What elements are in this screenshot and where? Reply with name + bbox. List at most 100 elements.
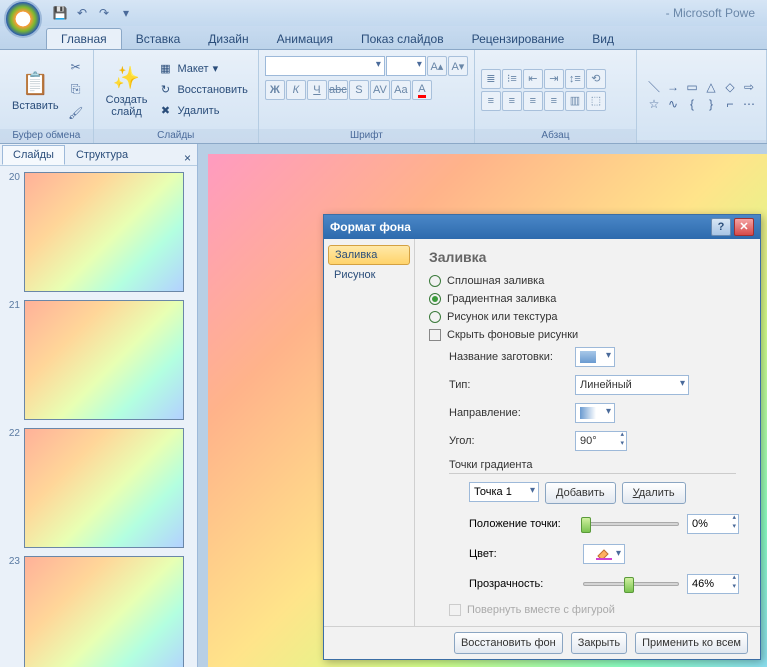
checkbox-hide-bg[interactable]: Скрыть фоновые рисунки [429, 329, 746, 341]
apply-all-button[interactable]: Применить ко всем [635, 632, 748, 654]
strike-button[interactable]: abc [328, 80, 348, 100]
shape-more-icon[interactable]: ⋯ [740, 96, 758, 112]
format-painter-icon[interactable]: 🖌 [65, 102, 87, 124]
color-button[interactable] [583, 544, 625, 564]
add-stop-button[interactable]: Добавить [545, 482, 616, 504]
italic-button[interactable]: К [286, 80, 306, 100]
close-icon[interactable]: ✕ [734, 218, 754, 236]
text-direction-button[interactable]: ⟲ [586, 69, 606, 89]
layout-button[interactable]: ▦Макет ▾ [153, 59, 251, 79]
close-button[interactable]: Закрыть [571, 632, 627, 654]
case-button[interactable]: Aa [391, 80, 411, 100]
cut-icon[interactable]: ✂ [65, 56, 87, 78]
help-icon[interactable]: ? [711, 218, 731, 236]
underline-button[interactable]: Ч [307, 80, 327, 100]
undo-icon[interactable]: ↶ [72, 3, 92, 23]
tab-animation[interactable]: Анимация [263, 29, 347, 49]
spacing-button[interactable]: AV [370, 80, 390, 100]
tab-outline[interactable]: Структура [65, 145, 139, 165]
label-angle: Угол: [449, 435, 575, 447]
checkbox-rotate: Повернуть вместе с фигурой [429, 604, 746, 616]
thumb-23[interactable]: 23 [4, 556, 193, 667]
label-position: Положение точки: [469, 518, 575, 530]
stop-dropdown[interactable]: Точка 1 [469, 482, 539, 502]
shape-connector-icon[interactable]: ⌐ [721, 96, 739, 112]
label-direction: Направление: [449, 407, 575, 419]
numbering-button[interactable]: ⁝≡ [502, 69, 522, 89]
tab-review[interactable]: Рецензирование [458, 29, 579, 49]
tab-home[interactable]: Главная [46, 28, 122, 49]
remove-stop-button[interactable]: Удалить [622, 482, 686, 504]
tab-insert[interactable]: Вставка [122, 29, 195, 49]
convert-smartart-button[interactable]: ⬚ [586, 91, 606, 111]
paste-button[interactable]: 📋 Вставить [6, 66, 65, 114]
shrink-font-icon[interactable]: A▾ [448, 56, 468, 76]
font-family-dropdown[interactable] [265, 56, 385, 76]
qat-more-icon[interactable]: ▾ [116, 3, 136, 23]
line-spacing-button[interactable]: ↕≡ [565, 69, 585, 89]
align-right-button[interactable]: ≡ [523, 91, 543, 111]
dialog-titlebar[interactable]: Формат фона ? ✕ [324, 215, 760, 239]
dialog-heading: Заливка [429, 249, 746, 265]
reset-background-button[interactable]: Восстановить фон [454, 632, 563, 654]
radio-picture[interactable]: Рисунок или текстура [429, 311, 746, 323]
angle-spinner[interactable]: 90° [575, 431, 627, 451]
save-icon[interactable]: 💾 [50, 3, 70, 23]
copy-icon[interactable]: ⎘ [65, 79, 87, 101]
tab-view[interactable]: Вид [578, 29, 628, 49]
close-panel-icon[interactable]: × [178, 151, 197, 165]
tab-design[interactable]: Дизайн [194, 29, 262, 49]
shape-arrow2-icon[interactable]: ⇨ [740, 79, 758, 95]
slide-panel: Слайды Структура × 20 21 22 23 [0, 144, 198, 667]
position-spinner[interactable]: 0% [687, 514, 739, 534]
thumb-22[interactable]: 22 [4, 428, 193, 548]
tab-slides[interactable]: Слайды [2, 145, 65, 165]
shape-star-icon[interactable]: ☆ [645, 96, 663, 112]
justify-button[interactable]: ≡ [544, 91, 564, 111]
shapes-gallery[interactable]: ＼ → ▭ △ ◇ ⇨ ☆ ∿ { } ⌐ ⋯ [643, 77, 760, 114]
group-drawing: ＼ → ▭ △ ◇ ⇨ ☆ ∿ { } ⌐ ⋯ [637, 50, 767, 143]
new-slide-button[interactable]: ✨ Создать слайд [100, 60, 154, 120]
delete-button[interactable]: ✖Удалить [153, 101, 251, 121]
bullets-button[interactable]: ≣ [481, 69, 501, 89]
delete-icon: ✖ [157, 103, 173, 119]
radio-solid[interactable]: Сплошная заливка [429, 275, 746, 287]
reset-button[interactable]: ↻Восстановить [153, 80, 251, 100]
tab-picture[interactable]: Рисунок [324, 265, 414, 285]
transparency-spinner[interactable]: 46% [687, 574, 739, 594]
shape-brace-icon[interactable]: { [683, 96, 701, 112]
radio-gradient[interactable]: Градиентная заливка [429, 293, 746, 305]
shape-diamond-icon[interactable]: ◇ [721, 79, 739, 95]
thumb-21[interactable]: 21 [4, 300, 193, 420]
columns-button[interactable]: ▥ [565, 91, 585, 111]
font-color-button[interactable]: A [412, 80, 432, 100]
office-button[interactable] [4, 0, 42, 38]
shape-arrow-icon[interactable]: → [664, 79, 682, 95]
shape-curve-icon[interactable]: ∿ [664, 96, 682, 112]
shape-line-icon[interactable]: ＼ [645, 79, 663, 95]
preset-dropdown[interactable] [575, 347, 615, 367]
tab-fill[interactable]: Заливка [328, 245, 410, 265]
transparency-slider[interactable] [583, 582, 679, 586]
shadow-button[interactable]: S [349, 80, 369, 100]
grow-font-icon[interactable]: A▴ [427, 56, 447, 76]
direction-dropdown[interactable] [575, 403, 615, 423]
type-dropdown[interactable]: Линейный [575, 375, 689, 395]
group-label-clipboard: Буфер обмена [0, 129, 93, 143]
indent-inc-button[interactable]: ⇥ [544, 69, 564, 89]
checkbox-icon [429, 329, 441, 341]
label-type: Тип: [449, 379, 575, 391]
shape-brace2-icon[interactable]: } [702, 96, 720, 112]
bold-button[interactable]: Ж [265, 80, 285, 100]
indent-dec-button[interactable]: ⇤ [523, 69, 543, 89]
redo-icon[interactable]: ↷ [94, 3, 114, 23]
thumbnails[interactable]: 20 21 22 23 [0, 166, 197, 667]
tab-slideshow[interactable]: Показ слайдов [347, 29, 458, 49]
shape-rect-icon[interactable]: ▭ [683, 79, 701, 95]
position-slider[interactable] [583, 522, 679, 526]
align-center-button[interactable]: ≡ [502, 91, 522, 111]
align-left-button[interactable]: ≡ [481, 91, 501, 111]
shape-triangle-icon[interactable]: △ [702, 79, 720, 95]
font-size-dropdown[interactable] [386, 56, 426, 76]
thumb-20[interactable]: 20 [4, 172, 193, 292]
